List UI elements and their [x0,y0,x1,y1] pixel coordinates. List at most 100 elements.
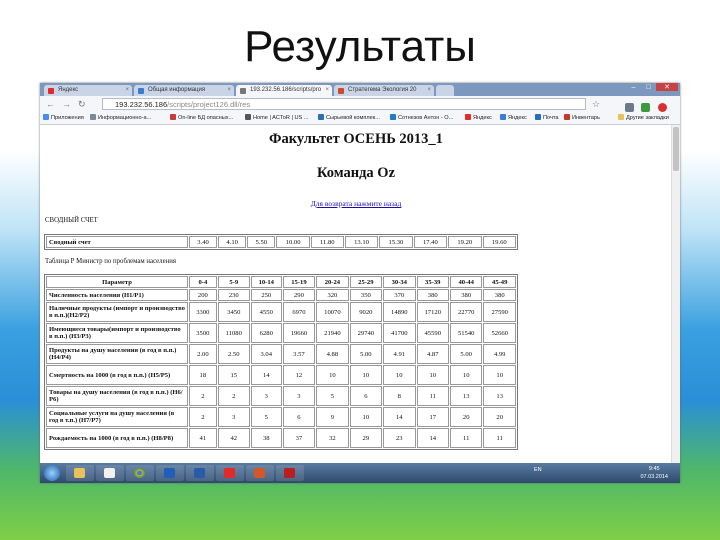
taskbar-yandex[interactable] [216,465,244,481]
forward-arrow-icon[interactable]: → [62,98,71,110]
table-cell: 6970 [282,302,316,322]
taskbar-outlook[interactable] [156,465,184,481]
table-row: Численность населения (Н1/Р1) 200 230 250 29… [46,289,516,301]
close-tab-icon[interactable]: × [427,85,431,96]
taskbar-media[interactable] [96,465,124,481]
table-cell: 10 [383,365,416,385]
close-tab-icon[interactable]: × [125,85,129,96]
folder-icon [618,114,624,120]
table-cell: 5.00 [449,344,483,364]
taskbar-acrobat[interactable] [276,465,304,481]
table-cell: 230 [217,289,250,301]
table-cell: 19.60 [482,236,516,248]
column-header: 5-9 [217,276,250,288]
extension-icon[interactable] [625,103,634,112]
taskbar-powerpoint[interactable] [246,465,274,481]
table-cell: 290 [282,289,316,301]
vertical-scrollbar[interactable] [671,125,680,463]
tab-strategema[interactable]: Стратегема Экология 20 × [334,85,434,96]
taskbar-explorer[interactable] [66,465,94,481]
page-heading-team: Команда Oz [316,165,396,181]
table-row: Рождаемость на 1000 (в год в п.п.) (Н8/Р… [46,428,516,448]
column-header: 25-29 [349,276,383,288]
table-cell: 10 [483,365,516,385]
clock-time: 9:45 [648,466,660,472]
column-header: Параметр [46,276,188,288]
table-cell: 9 [316,407,349,427]
table-cell: 20 [483,407,516,427]
table-cell: 6 [282,407,316,427]
close-tab-icon[interactable]: × [325,85,329,96]
bookmark-star-icon[interactable]: ☆ [592,98,600,110]
table-cell: 3 [217,407,250,427]
bookmark-item[interactable]: Информационно-а... [90,112,151,124]
bookmark-item[interactable]: On-line БД опасных... [170,112,233,124]
back-link[interactable]: Для возврата нажмите назад [40,199,672,208]
table-cell: 29 [349,428,383,448]
table-cell: 4550 [250,302,282,322]
bookmark-other[interactable]: Другие закладки [618,112,669,124]
column-header: 40-44 [449,276,483,288]
column-header: 10-14 [250,276,282,288]
table-cell: 4.87 [416,344,449,364]
parameter-cell: Численность населения (Н1/Р1) [46,289,188,301]
table-cell: 9020 [349,302,383,322]
yandex-browser-icon [224,468,235,478]
table-row: Продукты на душу населения (в год в п.п.… [46,344,516,364]
maximize-icon[interactable]: □ [641,84,656,91]
address-bar[interactable]: 193.232.56.186/scripts/project126.dll/re… [102,98,586,110]
back-arrow-icon[interactable]: ← [46,98,55,110]
acrobat-icon [284,468,295,478]
bookmark-apps[interactable]: Приложения [43,112,84,124]
scrollbar-thumb[interactable] [673,127,679,171]
close-window-icon[interactable]: ✕ [656,83,678,91]
bookmark-yandex[interactable]: Яндекс [465,112,492,124]
table-cell: 11080 [217,323,250,343]
table-cell: 10070 [316,302,349,322]
start-button-icon[interactable] [44,465,60,481]
table-cell: 380 [483,289,516,301]
table-cell: 3.57 [282,344,316,364]
column-header: 15-19 [282,276,316,288]
bookmark-mail[interactable]: Почта [535,112,559,124]
table-cell: 45590 [416,323,449,343]
chrome-icon [134,468,145,478]
parameter-cell: Социальные услуги на душу населения (в г… [46,407,188,427]
bookmark-inventory[interactable]: Инвентарь [564,112,600,124]
table-cell: 4.91 [383,344,416,364]
close-tab-icon[interactable]: × [227,85,231,96]
table-cell: 13 [483,386,516,406]
table-cell: 17.40 [413,236,448,248]
media-player-icon [104,468,115,478]
bookmark-item[interactable]: Сырьевой комплек... [318,112,380,124]
reload-icon[interactable]: ↻ [78,98,86,110]
taskbar-chrome[interactable] [126,465,154,481]
extension-icon[interactable] [641,103,651,112]
tab-results-active[interactable]: 193.232.56.186/scripts/pro × [236,85,332,96]
clock-date: 07.03.2014 [640,474,668,480]
taskbar-clock[interactable]: 9:45 07.03.2014 [640,465,668,481]
table-cell: 320 [316,289,349,301]
bookmark-yandex-2[interactable]: Яндекс [500,112,527,124]
table-row: Смертность на 1000 (в год в п.п.) (Н5/Р5… [46,365,516,385]
table-cell: 5.00 [349,344,383,364]
powerpoint-icon [254,468,265,478]
slide-title: Результаты [244,22,476,71]
tab-general-info[interactable]: Общая информация × [134,85,234,96]
new-tab-button[interactable] [436,85,454,96]
table-cell: 41700 [383,323,416,343]
page-icon [170,114,176,120]
minimize-icon[interactable]: – [626,84,641,91]
bookmark-item[interactable]: Сотнезов Антон - О... [390,112,453,124]
table-cell: 17 [416,407,449,427]
table-cell: 5.50 [247,236,276,248]
adblock-icon[interactable] [657,103,667,112]
table-row: Наличные продукты (импорт и производство… [46,302,516,322]
tab-yandex[interactable]: Яндекс × [44,85,132,96]
bookmark-item[interactable]: Home | ACToR | US ... [245,112,308,124]
taskbar-word[interactable] [186,465,214,481]
page-heading-faculty: Факультет ОСЕНЬ 2013_1 [269,131,443,147]
window-controls: – □ ✕ [626,83,678,94]
language-indicator[interactable]: EN [534,467,542,473]
table-cell: 3 [282,386,316,406]
